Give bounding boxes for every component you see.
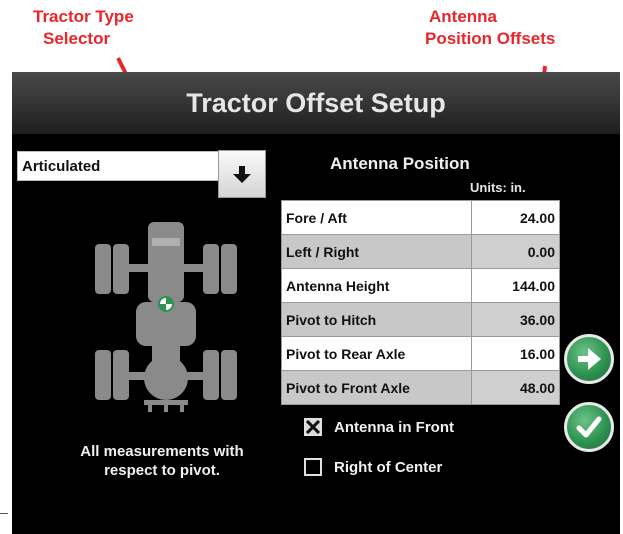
confirm-button[interactable] <box>564 402 614 452</box>
tractor-type-value: Articulated <box>22 158 101 175</box>
antenna-marker <box>158 296 174 312</box>
x-mark-icon <box>306 420 320 434</box>
table-row: Pivot to Hitch 36.00 <box>281 302 560 337</box>
pivot-to-front-axle-field[interactable]: 48.00 <box>471 370 560 405</box>
right-of-center-checkbox[interactable] <box>304 458 322 476</box>
note-line: respect to pivot. <box>104 462 220 479</box>
edge-marker <box>0 513 8 514</box>
measurement-note: All measurements with respect to pivot. <box>42 442 282 480</box>
articulated-tractor-icon <box>95 222 237 412</box>
pivot-to-rear-axle-field[interactable]: 16.00 <box>471 336 560 371</box>
table-row: Fore / Aft 24.00 <box>281 200 560 235</box>
tractor-type-dropdown-button[interactable] <box>218 150 266 198</box>
row-label: Pivot to Rear Axle <box>281 336 472 371</box>
table-row: Antenna Height 144.00 <box>281 268 560 303</box>
left-right-field[interactable]: 0.00 <box>471 234 560 269</box>
table-row: Pivot to Front Axle 48.00 <box>281 370 560 405</box>
title-bar: Tractor Offset Setup <box>12 72 620 134</box>
row-label: Antenna Height <box>281 268 472 303</box>
arrow-right-icon <box>578 348 601 370</box>
right-of-center-label: Right of Center <box>334 458 443 476</box>
antenna-position-heading: Antenna Position <box>330 154 470 173</box>
pivot-to-hitch-field[interactable]: 36.00 <box>471 302 560 337</box>
checkmark-icon <box>576 416 602 438</box>
antenna-in-front-option[interactable]: Antenna in Front <box>304 418 454 436</box>
right-of-center-option[interactable]: Right of Center <box>304 458 442 476</box>
row-label: Fore / Aft <box>281 200 472 235</box>
antenna-in-front-checkbox[interactable] <box>304 418 322 436</box>
row-label: Left / Right <box>281 234 472 269</box>
units-label: Units: in. <box>470 180 526 195</box>
table-row: Left / Right 0.00 <box>281 234 560 269</box>
fore-aft-field[interactable]: 24.00 <box>471 200 560 235</box>
next-button[interactable] <box>564 334 614 384</box>
page-title: Tractor Offset Setup <box>186 88 446 118</box>
row-label: Pivot to Front Axle <box>281 370 472 405</box>
row-label: Pivot to Hitch <box>281 302 472 337</box>
table-row: Pivot to Rear Axle 16.00 <box>281 336 560 371</box>
antenna-offset-table: Fore / Aft 24.00 Left / Right 0.00 Anten… <box>281 200 560 405</box>
device-screen: Tractor Offset Setup Articulated All mea… <box>12 72 620 534</box>
note-line: All measurements with <box>80 443 244 460</box>
tractor-type-select[interactable]: Articulated <box>17 151 221 181</box>
arrow-down-icon <box>233 166 251 183</box>
antenna-height-field[interactable]: 144.00 <box>471 268 560 303</box>
antenna-in-front-label: Antenna in Front <box>334 418 454 436</box>
